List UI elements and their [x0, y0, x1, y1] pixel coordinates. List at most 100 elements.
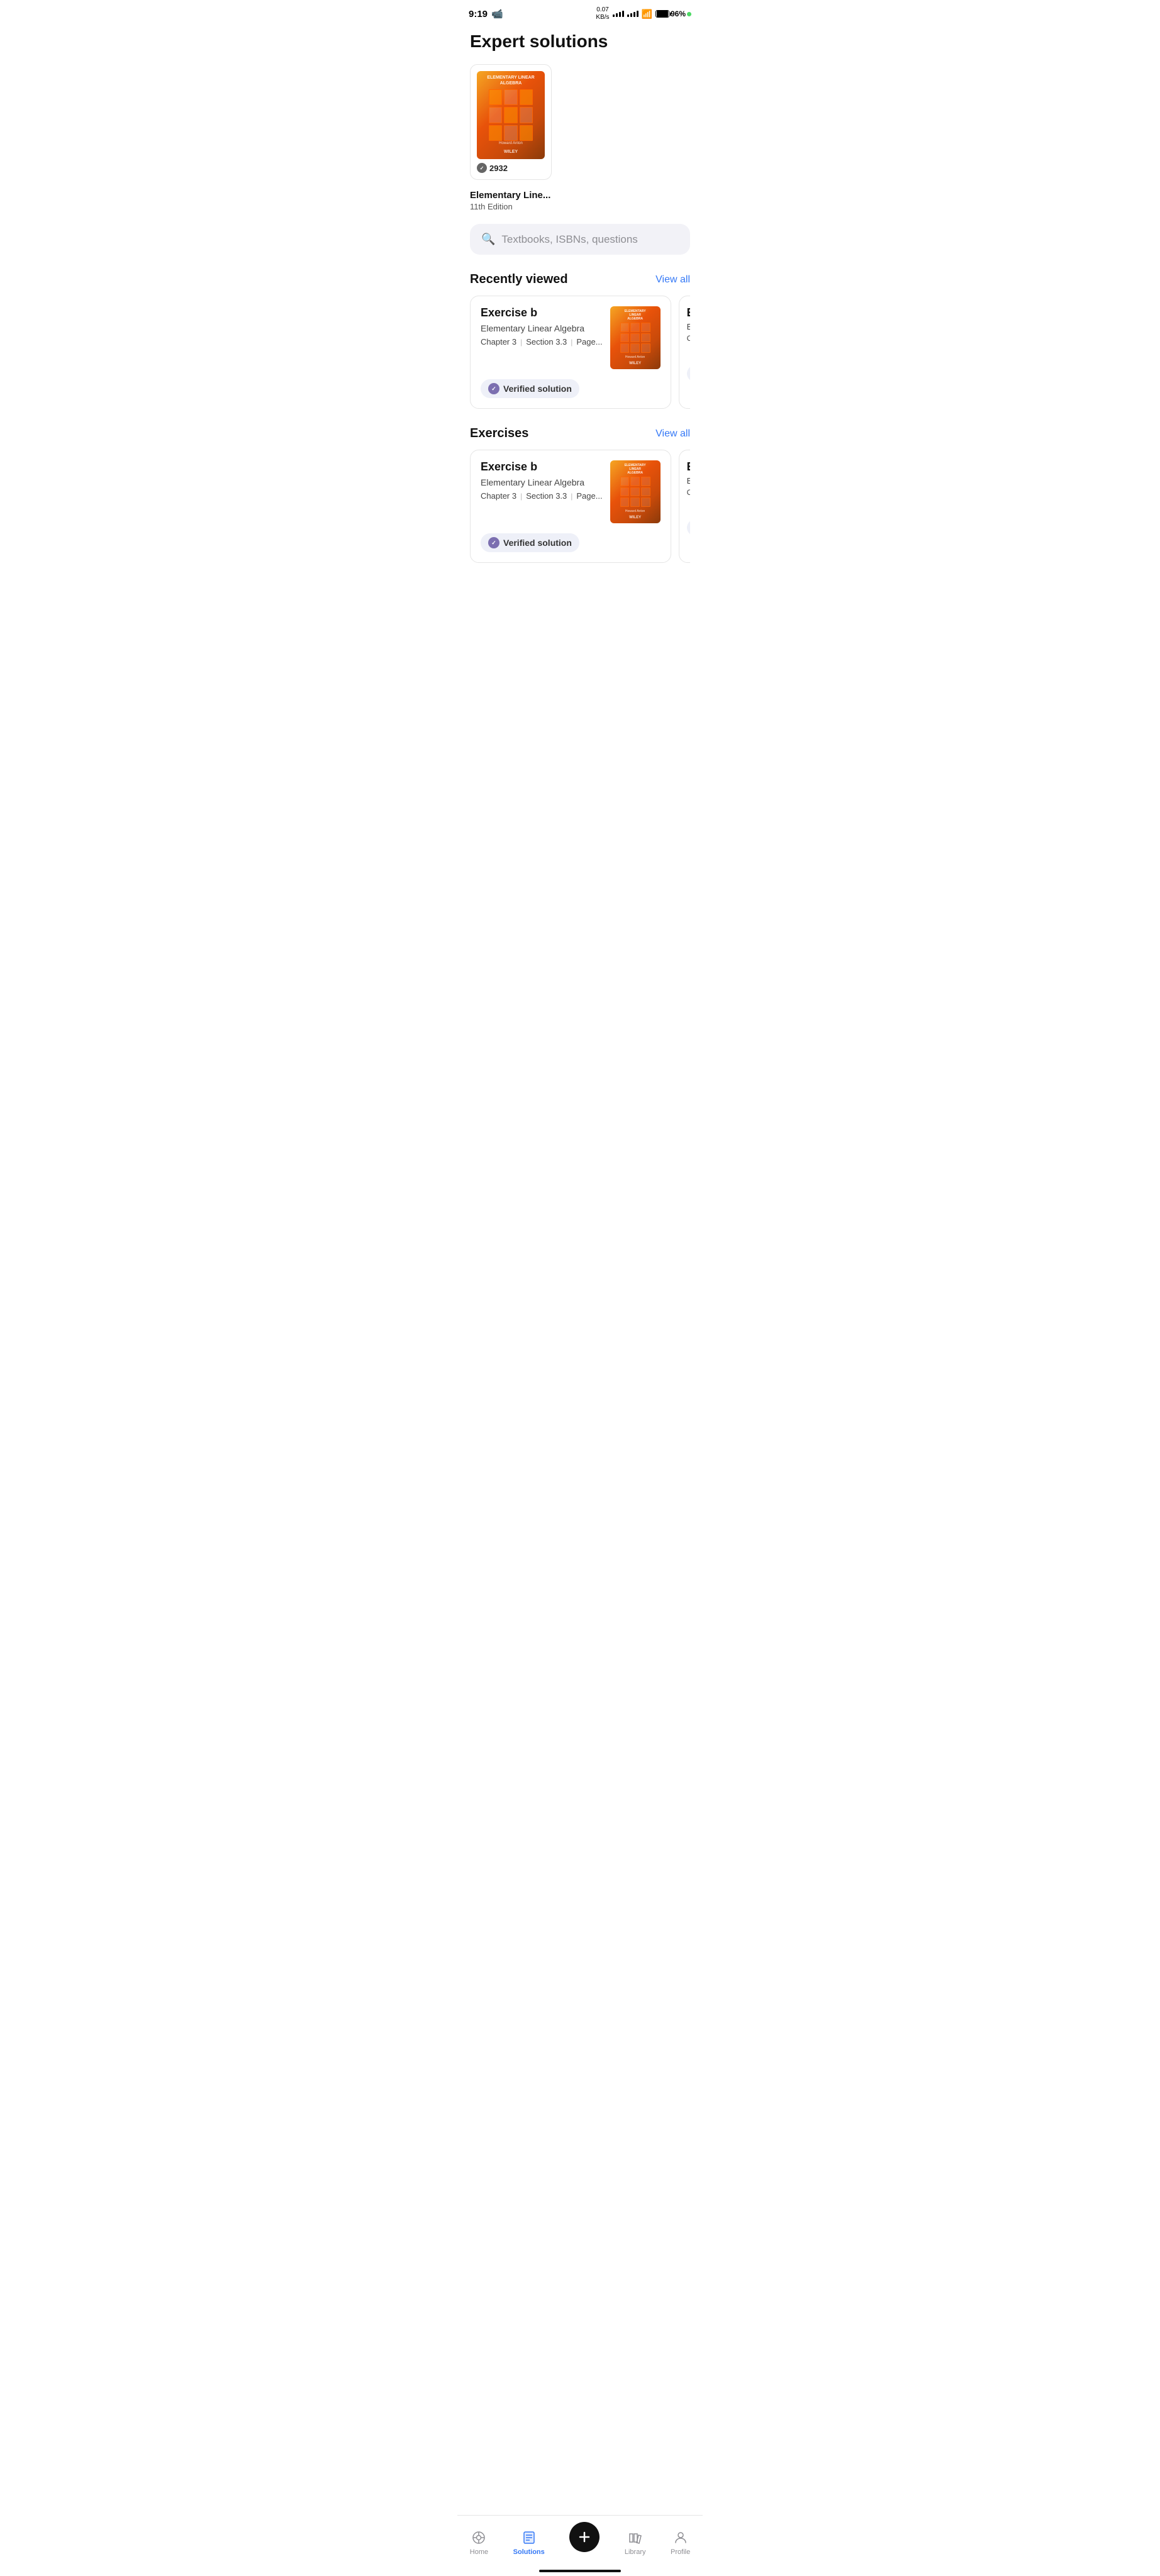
- exercise-page: Page...: [576, 491, 602, 501]
- section: Section 3.3: [526, 337, 567, 347]
- exercise-chapter: Chapter 3: [481, 491, 516, 501]
- exercise-section: Section 3.3: [526, 491, 567, 501]
- book-cover: ELEMENTARY LINEAR ALGEBRA Howard Anton W…: [477, 71, 545, 159]
- search-icon: 🔍: [481, 233, 495, 246]
- verified-icon: ✓: [488, 383, 499, 394]
- exercise-card-text: Exercise b Elementary Linear Algebra Cha…: [481, 460, 603, 523]
- card-thumbnail: ELEMENTARYLINEARALGEBRA How: [610, 306, 661, 369]
- book-cover-grid: [484, 84, 538, 146]
- thumb-author: Howard Anton: [610, 355, 661, 359]
- battery-percent: 96%: [671, 9, 686, 18]
- meta-divider: |: [520, 492, 522, 501]
- nav-label-home: Home: [470, 2548, 488, 2556]
- nav-item-profile[interactable]: Profile: [671, 2529, 690, 2556]
- status-bar: 9:19 📹 0.07 KB/s 📶 96%: [457, 0, 703, 25]
- thumb-publisher: WILEY: [610, 362, 661, 365]
- signal-bar: [633, 12, 635, 17]
- search-bar[interactable]: 🔍 Textbooks, ISBNs, questions: [470, 224, 690, 255]
- search-placeholder: Textbooks, ISBNs, questions: [501, 233, 637, 246]
- meta-divider: |: [571, 492, 572, 501]
- exercise-card-1[interactable]: Exercise b Elementary Linear Algebra Cha…: [470, 450, 671, 563]
- card-book-title: Elementary Linear Algebra: [481, 323, 603, 333]
- nav-item-solutions[interactable]: Solutions: [513, 2529, 545, 2556]
- exercise-thumb-title: ELEMENTARYLINEARALGEBRA: [610, 464, 661, 475]
- exercise-thumb-grid: [616, 473, 654, 511]
- solutions-icon: [521, 2529, 537, 2546]
- signal-bars-1: [613, 11, 624, 17]
- nav-label-profile: Profile: [671, 2548, 690, 2556]
- nav-item-library[interactable]: Library: [625, 2529, 646, 2556]
- exercises-cards: Exercise b Elementary Linear Algebra Cha…: [470, 450, 690, 563]
- exercise-partial-title: Exerc: [687, 460, 690, 474]
- signal-bar: [616, 13, 618, 17]
- signal-bar: [627, 14, 629, 17]
- recently-viewed-view-all[interactable]: View all: [655, 274, 690, 286]
- nav-item-add[interactable]: [569, 2522, 600, 2563]
- verified-label: Verified solution: [503, 384, 572, 394]
- nav-label-library: Library: [625, 2548, 646, 2556]
- signal-bar: [622, 11, 624, 17]
- exercise-card-2-partial[interactable]: Exerc Elemen Chapte ✓ V...: [679, 450, 690, 563]
- partial-exercise-title: Exerc: [687, 306, 690, 319]
- signal-bar: [630, 13, 632, 17]
- exercise-card-inner: Exercise b Elementary Linear Algebra Cha…: [481, 460, 661, 523]
- thumb-grid: [616, 319, 654, 357]
- add-icon: [569, 2522, 600, 2552]
- signal-bar: [637, 11, 639, 17]
- home-icon: [471, 2529, 487, 2546]
- library-icon: [627, 2529, 644, 2546]
- book-title-overlay: ELEMENTARY LINEAR ALGEBRA: [477, 75, 545, 86]
- card-inner: Exercise b Elementary Linear Algebra Cha…: [481, 306, 661, 369]
- thumb-title: ELEMENTARYLINEARALGEBRA: [610, 309, 661, 321]
- exercise-verified-badge: ✓ Verified solution: [481, 533, 579, 552]
- exercise-thumb-bg: ELEMENTARYLINEARALGEBRA How: [610, 460, 661, 523]
- battery: 96%: [655, 9, 691, 18]
- recently-viewed-title: Recently viewed: [470, 272, 568, 287]
- book-solution-count: ✓ 2932: [477, 163, 545, 173]
- battery-icon: [655, 10, 669, 18]
- exercise-partial-chapter: Chapte: [687, 488, 690, 497]
- wifi-icon: 📶: [642, 9, 652, 19]
- signal-bar: [613, 14, 615, 17]
- exercise-thumb-author: Howard Anton: [610, 509, 661, 513]
- exercise-partial-book: Elemen: [687, 476, 690, 486]
- status-time-area: 9:19 📹: [469, 8, 503, 19]
- partial-chapter: Chapte: [687, 334, 690, 343]
- page-title: Expert solutions: [470, 31, 690, 52]
- recently-viewed-card-1[interactable]: Exercise b Elementary Linear Algebra Cha…: [470, 296, 671, 409]
- profile-icon: [672, 2529, 689, 2546]
- exercise-card-title: Exercise b: [481, 460, 603, 474]
- bottom-nav: Home Solutions: [457, 2515, 703, 2576]
- exercise-thumb-pub: WILEY: [610, 516, 661, 519]
- nav-item-home[interactable]: Home: [470, 2529, 488, 2556]
- recently-viewed-header: Recently viewed View all: [470, 272, 690, 287]
- exercises-header: Exercises View all: [470, 426, 690, 441]
- partial-verified-badge: ✓ V...: [687, 365, 690, 382]
- data-speed: 0.07 KB/s: [596, 6, 609, 21]
- meta-divider: |: [520, 338, 522, 347]
- nav-label-solutions: Solutions: [513, 2548, 545, 2556]
- exercise-card-book: Elementary Linear Algebra: [481, 477, 603, 487]
- recently-viewed-card-2-partial[interactable]: Exerc Elemen Chapte ✓ V...: [679, 296, 690, 409]
- thumb-bg: ELEMENTARYLINEARALGEBRA How: [610, 306, 661, 369]
- featured-book-edition: 11th Edition: [470, 202, 690, 211]
- exercises-view-all[interactable]: View all: [655, 428, 690, 440]
- green-dot: [687, 12, 691, 16]
- book-cover-bg: ELEMENTARY LINEAR ALGEBRA Howard Anton W…: [477, 71, 545, 159]
- book-author-overlay: Howard Anton: [477, 142, 545, 145]
- exercise-verified-label: Verified solution: [503, 538, 572, 548]
- featured-book-card[interactable]: ELEMENTARY LINEAR ALGEBRA Howard Anton W…: [470, 64, 552, 180]
- home-indicator: [539, 2570, 621, 2572]
- camera-icon: 📹: [491, 8, 503, 19]
- chapter: Chapter 3: [481, 337, 516, 347]
- partial-book: Elemen: [687, 322, 690, 331]
- featured-book-name: Elementary Line...: [470, 190, 690, 201]
- card-meta: Chapter 3 | Section 3.3 | Page...: [481, 337, 603, 347]
- verified-solution-badge: ✓ Verified solution: [481, 379, 579, 398]
- exercise-card-thumbnail: ELEMENTARYLINEARALGEBRA How: [610, 460, 661, 523]
- time: 9:19: [469, 9, 488, 19]
- card-text: Exercise b Elementary Linear Algebra Cha…: [481, 306, 603, 369]
- signal-bars-2: [627, 11, 639, 17]
- status-icons: 0.07 KB/s 📶 96%: [596, 6, 691, 21]
- meta-divider: |: [571, 338, 572, 347]
